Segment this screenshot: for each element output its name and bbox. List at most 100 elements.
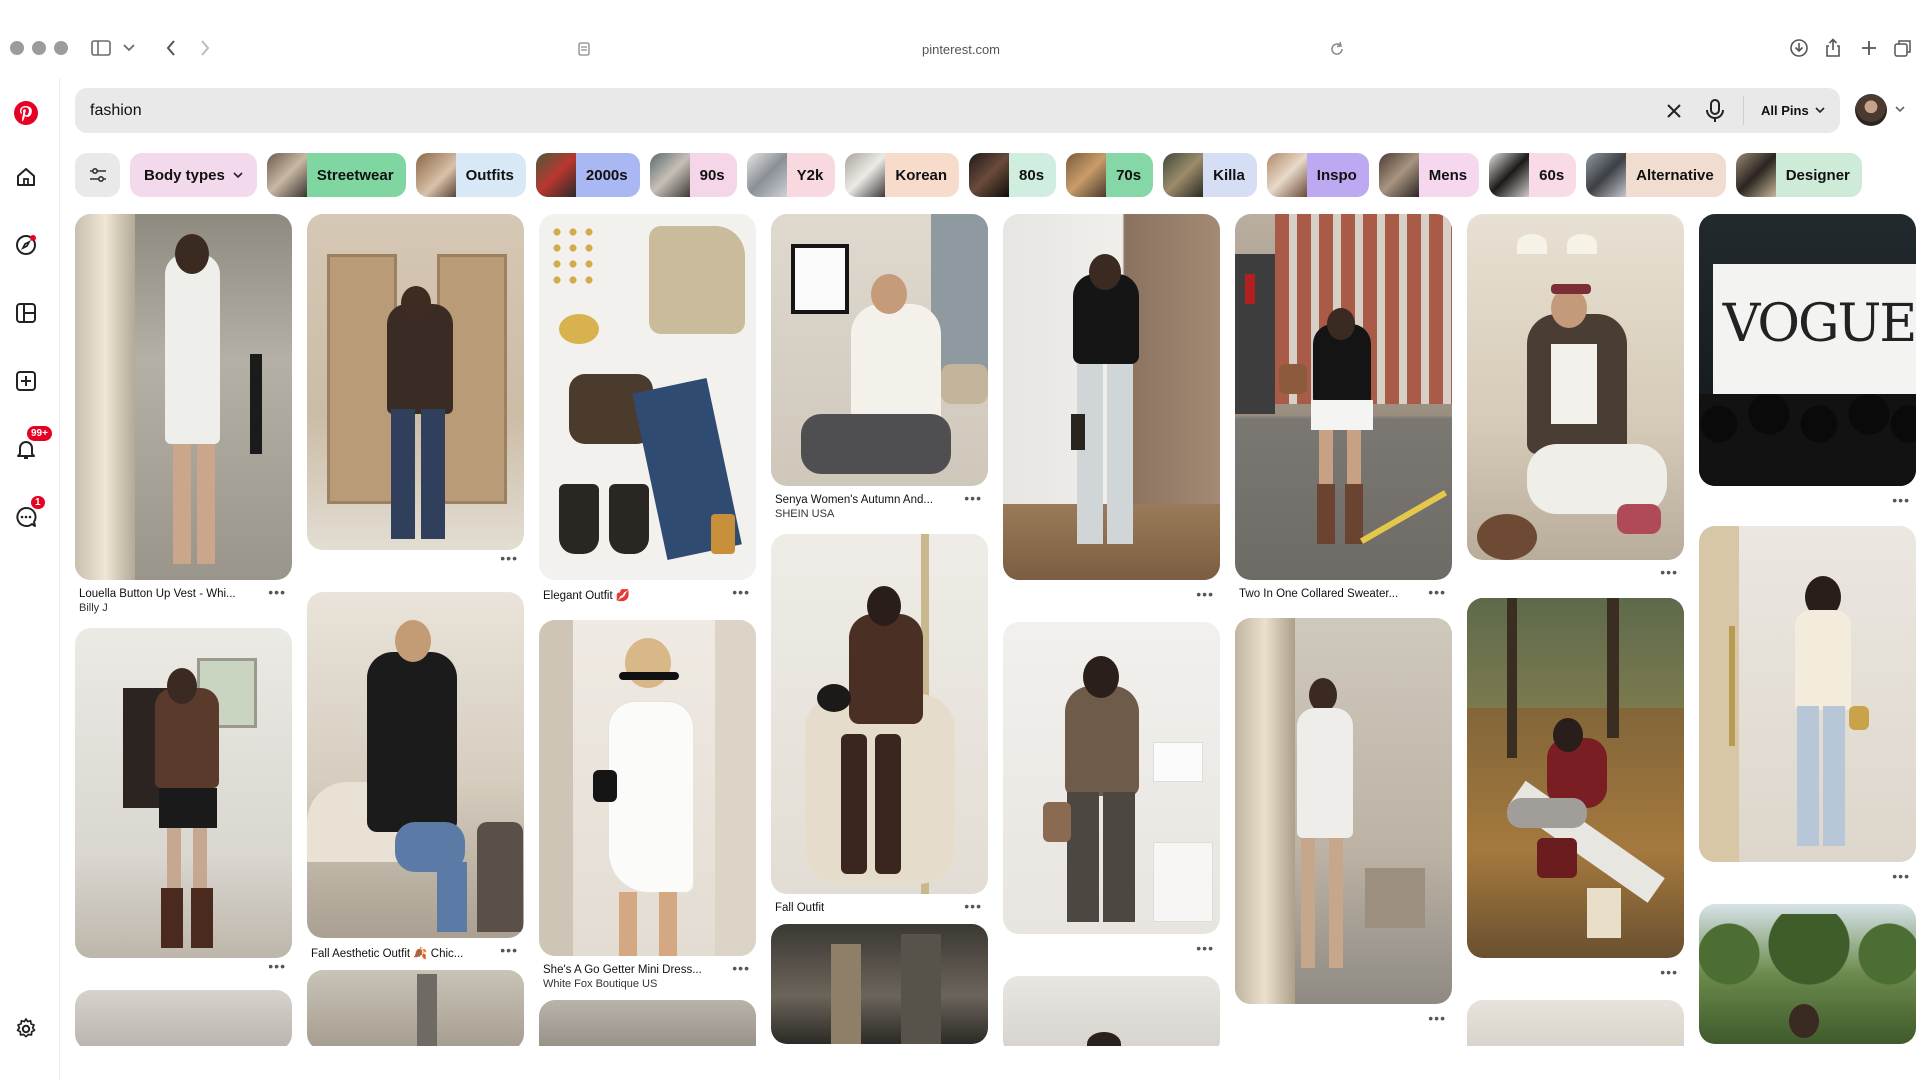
pin-card[interactable]: ••• (1699, 526, 1916, 890)
pin-card[interactable] (307, 970, 524, 1046)
pin-image[interactable] (1467, 1000, 1684, 1046)
pin-title[interactable]: Louella Button Up Vest - Whi... (79, 588, 262, 600)
address-bar[interactable]: pinterest.com (568, 34, 1354, 64)
forward-icon[interactable] (192, 36, 218, 60)
tab-overview-icon[interactable] (1890, 36, 1916, 60)
pin-image[interactable] (1699, 526, 1916, 862)
chip-90s[interactable]: 90s (649, 153, 737, 197)
more-options-icon[interactable]: ••• (1892, 868, 1910, 884)
chip-alternative[interactable]: Alternative (1586, 153, 1726, 197)
pin-source[interactable]: SHEIN USA (775, 508, 958, 520)
chip-body-types[interactable]: Body types (130, 153, 257, 197)
pin-title[interactable]: Fall Aesthetic Outfit 🍂 Chic... (311, 946, 494, 960)
pin-title[interactable]: Elegant Outfit 💋 (543, 588, 726, 602)
pin-image[interactable] (75, 990, 292, 1046)
pin-title[interactable]: Senya Women's Autumn And... (775, 494, 958, 506)
pin-image[interactable] (1699, 904, 1916, 1044)
more-options-icon[interactable]: ••• (1428, 584, 1446, 600)
pin-image[interactable] (307, 970, 524, 1046)
chip-outfits[interactable]: Outfits (415, 153, 526, 197)
more-options-icon[interactable]: ••• (964, 490, 982, 506)
pin-image[interactable] (1003, 214, 1220, 580)
more-options-icon[interactable]: ••• (500, 942, 518, 958)
chevron-down-icon[interactable] (116, 36, 142, 60)
pin-card[interactable]: Fall Outfit ••• (771, 534, 988, 924)
avatar[interactable] (1855, 94, 1887, 126)
pin-card[interactable]: Louella Button Up Vest - Whi... Billy J … (75, 214, 292, 624)
more-options-icon[interactable]: ••• (268, 958, 286, 974)
more-options-icon[interactable]: ••• (268, 584, 286, 600)
notifications-icon[interactable]: 99+ (11, 426, 52, 464)
account-chevron-icon[interactable] (1893, 102, 1907, 116)
more-options-icon[interactable]: ••• (1196, 940, 1214, 956)
pin-card[interactable]: ••• (1467, 214, 1684, 586)
search-scope-dropdown[interactable]: All Pins (1753, 96, 1833, 125)
pin-image[interactable] (1467, 598, 1684, 958)
pin-image[interactable] (539, 620, 756, 956)
more-options-icon[interactable]: ••• (1660, 564, 1678, 580)
pin-image[interactable] (307, 592, 524, 938)
more-options-icon[interactable]: ••• (1196, 586, 1214, 602)
pin-image[interactable] (771, 534, 988, 894)
site-settings-icon[interactable] (576, 41, 592, 57)
pin-image[interactable] (1235, 214, 1452, 580)
pin-image[interactable] (307, 214, 524, 550)
sidebar-toggle-icon[interactable] (88, 36, 114, 60)
pin-image[interactable] (75, 214, 292, 580)
chip-inspo[interactable]: Inspo (1266, 153, 1369, 197)
zoom-window-button[interactable] (54, 41, 68, 55)
pin-image[interactable] (1003, 976, 1220, 1046)
pin-card[interactable] (1699, 904, 1916, 1044)
pin-card[interactable]: ••• (1467, 598, 1684, 986)
pin-card[interactable]: ••• (1003, 214, 1220, 608)
chip-y2k[interactable]: Y2k (746, 153, 836, 197)
pin-card[interactable]: Fall Aesthetic Outfit 🍂 Chic... ••• (307, 592, 524, 970)
pin-image[interactable] (771, 924, 988, 1044)
settings-icon[interactable] (11, 1014, 41, 1044)
pin-image[interactable]: VOGUE (1699, 214, 1916, 486)
pin-card[interactable]: ••• (1003, 622, 1220, 962)
chip-80s[interactable]: 80s (969, 153, 1057, 197)
pin-card[interactable]: She's A Go Getter Mini Dress... White Fo… (539, 620, 756, 1000)
minimize-window-button[interactable] (32, 41, 46, 55)
pin-title[interactable]: She's A Go Getter Mini Dress... (543, 964, 726, 976)
pin-card[interactable]: Elegant Outfit 💋 ••• (539, 214, 756, 612)
pin-title[interactable]: Fall Outfit (775, 902, 958, 914)
boards-icon[interactable] (11, 298, 41, 328)
pin-card[interactable] (1003, 976, 1220, 1046)
messages-icon[interactable]: 1 (11, 496, 45, 532)
pin-image[interactable] (1235, 618, 1452, 1004)
more-options-icon[interactable]: ••• (1428, 1010, 1446, 1026)
download-icon[interactable] (1786, 36, 1812, 60)
pin-image[interactable] (771, 214, 988, 486)
create-icon[interactable] (11, 366, 41, 396)
window-controls[interactable] (10, 41, 68, 55)
pin-card[interactable]: ••• (75, 628, 292, 980)
chip-2000s[interactable]: 2000s (535, 153, 640, 197)
share-icon[interactable] (1820, 36, 1846, 60)
pin-card[interactable]: Senya Women's Autumn And... SHEIN USA ••… (771, 214, 988, 530)
more-options-icon[interactable]: ••• (1892, 492, 1910, 508)
pin-title[interactable]: Two In One Collared Sweater... (1239, 588, 1422, 600)
pin-card[interactable]: ••• (1235, 618, 1452, 1032)
pin-image[interactable] (1467, 214, 1684, 560)
filters-button[interactable] (75, 153, 120, 197)
close-window-button[interactable] (10, 41, 24, 55)
microphone-icon[interactable] (1703, 98, 1727, 124)
pin-card[interactable] (1467, 1000, 1684, 1046)
new-tab-icon[interactable] (1856, 36, 1882, 60)
pin-card[interactable]: Two In One Collared Sweater... ••• (1235, 214, 1452, 610)
chip-60s[interactable]: 60s (1489, 153, 1577, 197)
more-options-icon[interactable]: ••• (732, 584, 750, 600)
pin-source[interactable]: White Fox Boutique US (543, 978, 726, 990)
explore-icon[interactable] (11, 230, 41, 260)
chip-killa[interactable]: Killa (1163, 153, 1257, 197)
pin-source[interactable]: Billy J (79, 602, 262, 614)
more-options-icon[interactable]: ••• (964, 898, 982, 914)
more-options-icon[interactable]: ••• (500, 550, 518, 566)
pin-image[interactable] (75, 628, 292, 958)
chip-70s[interactable]: 70s (1066, 153, 1154, 197)
pin-card[interactable] (539, 1000, 756, 1046)
search-input[interactable] (90, 88, 1390, 133)
more-options-icon[interactable]: ••• (732, 960, 750, 976)
